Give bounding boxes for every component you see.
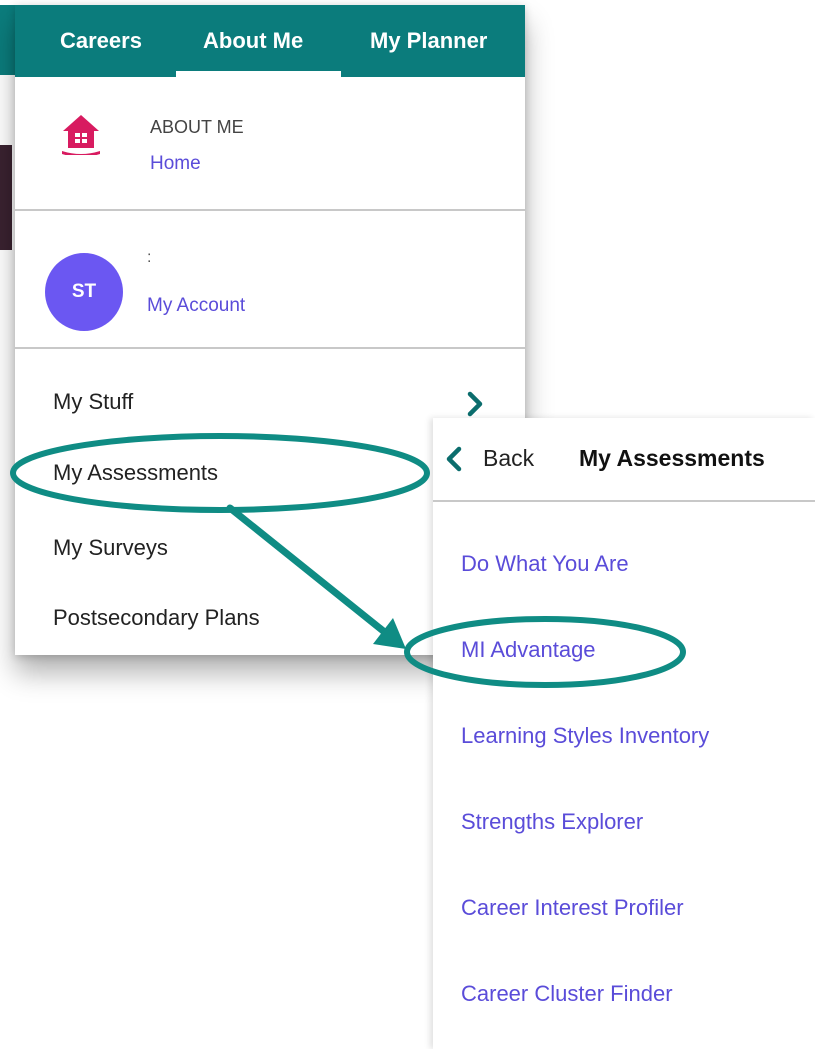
- account-section: ST : My Account: [15, 211, 525, 347]
- assessment-career-cluster-finder[interactable]: Career Cluster Finder: [461, 981, 673, 1007]
- user-name: :: [147, 249, 152, 266]
- tab-careers[interactable]: Careers: [60, 5, 142, 77]
- submenu-title: My Assessments: [579, 445, 765, 471]
- assessment-mi-advantage[interactable]: MI Advantage: [461, 637, 596, 663]
- menu-item-postsecondary-plans[interactable]: Postsecondary Plans: [53, 605, 260, 631]
- tab-my-planner[interactable]: My Planner: [370, 5, 487, 77]
- house-icon: [62, 115, 100, 155]
- section-divider: [15, 347, 525, 349]
- background-nav-edge: [0, 5, 15, 75]
- background-page-edge: [0, 0, 15, 660]
- assessment-strengths-explorer[interactable]: Strengths Explorer: [461, 809, 643, 835]
- my-assessments-submenu: Back My Assessments Do What You Are MI A…: [433, 418, 815, 1049]
- menu-item-my-stuff[interactable]: My Stuff: [53, 389, 133, 415]
- about-me-heading: ABOUT ME: [150, 117, 244, 137]
- assessment-career-interest-profiler[interactable]: Career Interest Profiler: [461, 895, 684, 921]
- submenu-header: Back My Assessments: [433, 418, 815, 500]
- chevron-left-icon[interactable]: [443, 446, 465, 472]
- submenu-divider: [433, 500, 815, 502]
- menu-item-my-assessments[interactable]: My Assessments: [53, 460, 218, 486]
- background-image-edge: [0, 145, 12, 250]
- assessment-learning-styles-inventory[interactable]: Learning Styles Inventory: [461, 723, 709, 749]
- menu-item-my-surveys[interactable]: My Surveys: [53, 535, 168, 561]
- assessment-do-what-you-are[interactable]: Do What You Are: [461, 551, 629, 577]
- about-me-home-section: ABOUT ME Home: [15, 77, 525, 209]
- back-button[interactable]: Back: [483, 445, 534, 472]
- top-navigation: Careers About Me My Planner: [15, 5, 525, 77]
- my-account-link[interactable]: My Account: [147, 295, 245, 317]
- chevron-right-icon[interactable]: [463, 391, 487, 417]
- avatar[interactable]: ST: [45, 253, 123, 331]
- home-link[interactable]: Home: [150, 153, 201, 175]
- tab-about-me[interactable]: About Me: [203, 5, 303, 77]
